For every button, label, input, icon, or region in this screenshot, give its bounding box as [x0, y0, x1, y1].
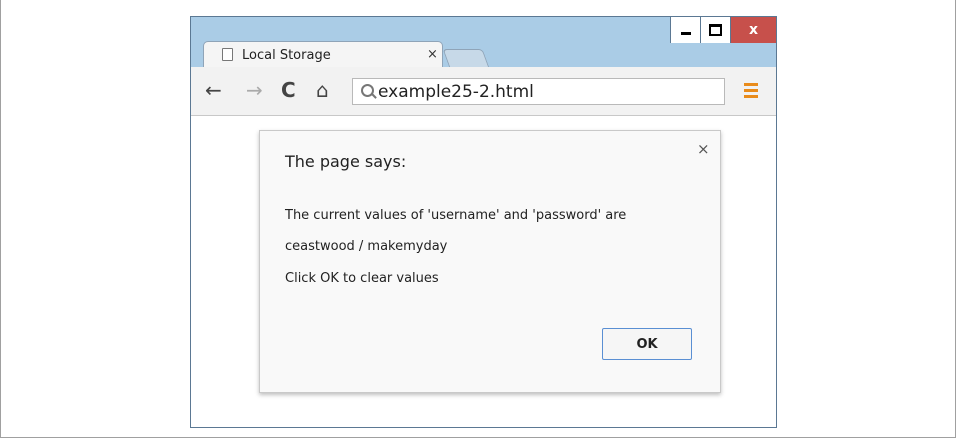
minimize-button[interactable]	[670, 17, 700, 43]
dialog-close-icon[interactable]: ×	[697, 140, 710, 158]
tab-local-storage[interactable]: Local Storage ×	[203, 41, 443, 67]
tab-close-icon[interactable]: ×	[427, 47, 438, 62]
ok-button[interactable]: OK	[602, 328, 692, 360]
maximize-icon	[709, 24, 722, 36]
window-close-button[interactable]: x	[730, 17, 776, 43]
new-tab-button[interactable]	[442, 49, 490, 68]
browser-toolbar: ← → C ⌂ example25-2.html	[191, 67, 776, 116]
home-icon[interactable]: ⌂	[316, 78, 329, 102]
dialog-message-line: Click OK to clear values	[285, 271, 439, 286]
back-icon[interactable]: ←	[205, 78, 222, 102]
dialog-message-line: The current values of 'username' and 'pa…	[285, 208, 627, 223]
dialog-title: The page says:	[285, 152, 407, 171]
address-bar[interactable]: example25-2.html	[352, 78, 725, 105]
page-icon	[222, 48, 233, 61]
reload-icon[interactable]: C	[281, 78, 296, 102]
maximize-button[interactable]	[700, 17, 730, 43]
menu-icon[interactable]	[744, 83, 758, 101]
forward-icon[interactable]: →	[246, 78, 263, 102]
url-text: example25-2.html	[378, 82, 534, 102]
dialog-message-line: ceastwood / makemyday	[285, 239, 448, 254]
search-icon	[361, 84, 374, 97]
tab-title: Local Storage	[242, 48, 331, 63]
alert-dialog: × The page says: The current values of '…	[259, 130, 721, 393]
window-controls: x	[670, 17, 776, 43]
minimize-icon	[680, 31, 691, 35]
